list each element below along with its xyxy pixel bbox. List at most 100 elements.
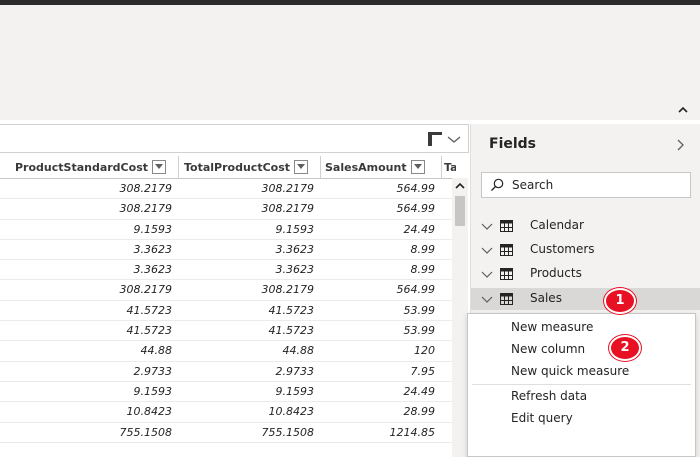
table-item-label: Products bbox=[530, 266, 582, 280]
table-row[interactable]: 9.1593 9.1593 24.49 bbox=[0, 382, 456, 403]
chevron-down-icon[interactable] bbox=[481, 244, 493, 256]
table-icon bbox=[500, 268, 513, 280]
table-cell[interactable]: 308.2179 bbox=[180, 199, 315, 218]
table-cell[interactable]: 2.9733 bbox=[0, 362, 173, 381]
table-cell[interactable]: 7.95 bbox=[322, 362, 436, 381]
menu-item-edit-query[interactable]: Edit query bbox=[511, 411, 573, 425]
scroll-up-icon[interactable] bbox=[452, 180, 468, 192]
table-row[interactable]: 308.2179 308.2179 564.99 bbox=[0, 199, 456, 220]
table-row[interactable]: 308.2179 308.2179 564.99 bbox=[0, 280, 456, 301]
table-cell[interactable]: 8.99 bbox=[322, 240, 436, 259]
table-row[interactable]: 10.8423 10.8423 28.99 bbox=[0, 402, 456, 423]
table-cell[interactable]: 308.2179 bbox=[180, 179, 315, 198]
table-item-label: Customers bbox=[530, 242, 595, 256]
table-cell[interactable]: 28.99 bbox=[322, 402, 436, 421]
table-cell[interactable]: 41.5723 bbox=[180, 301, 315, 320]
column-header-productstandardcost[interactable]: ProductStandardCost bbox=[15, 156, 175, 178]
table-cell[interactable]: 41.5723 bbox=[0, 321, 173, 340]
table-icon bbox=[500, 244, 513, 256]
table-cell[interactable]: 564.99 bbox=[322, 179, 436, 198]
column-filter-icon[interactable] bbox=[152, 160, 166, 174]
table-cell[interactable]: 755.1508 bbox=[180, 423, 315, 442]
menu-item-new-quick-measure[interactable]: New quick measure bbox=[511, 364, 629, 378]
column-header-salesamount[interactable]: SalesAmount bbox=[325, 156, 439, 178]
table-cell[interactable]: 564.99 bbox=[322, 199, 436, 218]
fields-pane-title: Fields bbox=[489, 136, 537, 152]
table-row[interactable]: 41.5723 41.5723 53.99 bbox=[0, 321, 456, 342]
search-icon bbox=[491, 178, 504, 191]
table-row[interactable]: 3.3623 3.3623 8.99 bbox=[0, 240, 456, 261]
table-icon bbox=[500, 293, 513, 305]
table-cell[interactable]: 41.5723 bbox=[0, 301, 173, 320]
table-cell[interactable]: 308.2179 bbox=[180, 280, 315, 299]
menu-item-new-measure[interactable]: New measure bbox=[511, 320, 593, 334]
column-header-label: SalesAmount bbox=[325, 160, 407, 174]
table-cell[interactable]: 53.99 bbox=[322, 321, 436, 340]
table-cell[interactable]: 41.5723 bbox=[180, 321, 315, 340]
column-header-label: ProductStandardCost bbox=[15, 160, 148, 174]
column-header-row: ProductStandardCost TotalProductCost Sal… bbox=[0, 156, 456, 179]
column-divider[interactable] bbox=[320, 156, 321, 178]
context-menu: New measure New column New quick measure… bbox=[467, 313, 696, 457]
table-item-label: Calendar bbox=[530, 218, 584, 232]
table-cell[interactable]: 308.2179 bbox=[0, 179, 173, 198]
chevron-right-icon[interactable] bbox=[674, 138, 686, 152]
column-header-totalproductcost[interactable]: TotalProductCost bbox=[184, 156, 318, 178]
menu-divider bbox=[472, 384, 691, 385]
table-cell[interactable]: 308.2179 bbox=[0, 280, 173, 299]
table-item-products[interactable]: Products bbox=[471, 263, 700, 285]
table-row[interactable]: 41.5723 41.5723 53.99 bbox=[0, 301, 456, 322]
table-cell[interactable]: 9.1593 bbox=[180, 220, 315, 239]
table-cell[interactable]: 755.1508 bbox=[0, 423, 173, 442]
table-icon bbox=[500, 220, 513, 232]
table-row[interactable]: 44.88 44.88 120 bbox=[0, 341, 456, 362]
table-cell[interactable]: 24.49 bbox=[322, 220, 436, 239]
step-badge-2: 2 bbox=[609, 335, 641, 361]
table-row[interactable]: 2.9733 2.9733 7.95 bbox=[0, 362, 456, 382]
collapse-ribbon-icon[interactable] bbox=[675, 102, 691, 118]
column-header-label: TotalProductCost bbox=[184, 160, 291, 174]
table-row[interactable]: 308.2179 308.2179 564.99 bbox=[0, 179, 456, 200]
table-cell[interactable]: 3.3623 bbox=[0, 240, 173, 259]
column-filter-icon[interactable] bbox=[410, 160, 425, 174]
table-cell[interactable]: 10.8423 bbox=[0, 402, 173, 421]
formula-bar[interactable] bbox=[0, 124, 469, 153]
table-cell[interactable]: 3.3623 bbox=[180, 240, 315, 259]
scrollbar-thumb[interactable] bbox=[455, 196, 465, 226]
table-row[interactable]: 9.1593 9.1593 24.49 bbox=[0, 220, 456, 240]
menu-item-refresh-data[interactable]: Refresh data bbox=[511, 389, 587, 403]
table-cell[interactable]: 8.99 bbox=[322, 260, 436, 279]
table-cell[interactable]: 9.1593 bbox=[180, 382, 315, 401]
table-cell[interactable]: 2.9733 bbox=[180, 362, 315, 381]
table-row[interactable]: 755.1508 755.1508 1214.85 bbox=[0, 423, 456, 443]
table-cell[interactable]: 24.49 bbox=[322, 382, 436, 401]
column-divider[interactable] bbox=[178, 156, 179, 178]
table-cell[interactable]: 9.1593 bbox=[0, 220, 173, 239]
search-input[interactable] bbox=[512, 173, 682, 197]
formula-expand-icon[interactable] bbox=[426, 129, 464, 149]
table-cell[interactable]: 564.99 bbox=[322, 280, 436, 299]
table-cell[interactable]: 9.1593 bbox=[0, 382, 173, 401]
chevron-down-icon[interactable] bbox=[481, 220, 493, 232]
table-row[interactable]: 3.3623 3.3623 8.99 bbox=[0, 260, 456, 281]
table-cell[interactable]: 10.8423 bbox=[180, 402, 315, 421]
table-cell[interactable]: 1214.85 bbox=[322, 423, 436, 442]
chevron-down-icon[interactable] bbox=[481, 293, 493, 305]
vertical-scrollbar[interactable] bbox=[452, 178, 468, 457]
table-item-sales[interactable]: Sales bbox=[471, 288, 700, 310]
table-cell[interactable]: 44.88 bbox=[0, 341, 173, 360]
column-filter-icon[interactable] bbox=[294, 160, 309, 174]
table-cell[interactable]: 308.2179 bbox=[0, 199, 173, 218]
table-cell[interactable]: 53.99 bbox=[322, 301, 436, 320]
column-divider[interactable] bbox=[441, 156, 442, 178]
table-cell[interactable]: 120 bbox=[322, 341, 435, 360]
menu-item-new-column[interactable]: New column bbox=[511, 342, 585, 356]
table-item-customers[interactable]: Customers bbox=[471, 239, 700, 261]
chevron-down-icon[interactable] bbox=[481, 268, 493, 280]
column-header-label: TaxA bbox=[444, 160, 456, 174]
table-cell[interactable]: 3.3623 bbox=[0, 260, 173, 279]
table-cell[interactable]: 3.3623 bbox=[180, 260, 315, 279]
column-header-taxamt[interactable]: TaxA bbox=[444, 156, 456, 178]
table-cell[interactable]: 44.88 bbox=[180, 341, 315, 360]
table-item-calendar[interactable]: Calendar bbox=[471, 215, 700, 237]
